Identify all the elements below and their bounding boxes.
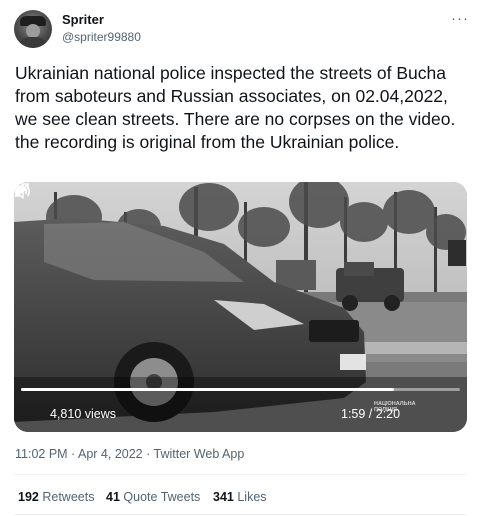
retweets-stat[interactable]: 192 Retweets bbox=[18, 490, 94, 504]
view-count: 4,810 views bbox=[50, 407, 117, 421]
divider bbox=[14, 514, 467, 515]
quotes-stat[interactable]: 41 Quote Tweets bbox=[106, 490, 200, 504]
police-watermark: НАЦІОНАЛЬНА ПОЛІЦІЯ bbox=[374, 401, 416, 413]
video-progress-fill bbox=[21, 388, 395, 391]
more-horizontal-icon[interactable]: ··· bbox=[451, 10, 469, 27]
tweet-card: Spriter @spriter99880 ··· Ukrainian nati… bbox=[0, 0, 481, 516]
tweet-text-line: the recording is original from the Ukrai… bbox=[15, 132, 400, 152]
tweet-text: Ukrainian national police inspected the … bbox=[15, 62, 470, 154]
retweets-count: 192 bbox=[18, 490, 39, 504]
avatar[interactable] bbox=[14, 10, 52, 48]
video-progress-track[interactable] bbox=[21, 388, 460, 391]
retweets-label: Retweets bbox=[42, 490, 95, 504]
avatar-face bbox=[26, 24, 40, 38]
likes-count: 341 bbox=[213, 490, 234, 504]
video-player[interactable]: 4,810 views 1:59 / 2:20 НАЦІОНАЛЬНА ПОЛІ… bbox=[14, 182, 467, 432]
avatar-body bbox=[19, 37, 47, 48]
author-handle[interactable]: @spriter99880 bbox=[62, 30, 141, 44]
likes-stat[interactable]: 341 Likes bbox=[213, 490, 267, 504]
quotes-label: Quote Tweets bbox=[123, 490, 201, 504]
quotes-count: 41 bbox=[106, 490, 120, 504]
video-frame bbox=[14, 182, 467, 432]
tweet-text-line: Ukrainian national police inspected the … bbox=[15, 63, 456, 129]
tweet-timestamp[interactable]: 11:02 PM · Apr 4, 2022 · Twitter Web App bbox=[15, 447, 244, 461]
fullscreen-icon[interactable] bbox=[14, 182, 30, 198]
divider bbox=[14, 474, 467, 475]
likes-label: Likes bbox=[237, 490, 267, 504]
author-name[interactable]: Spriter bbox=[62, 12, 104, 27]
